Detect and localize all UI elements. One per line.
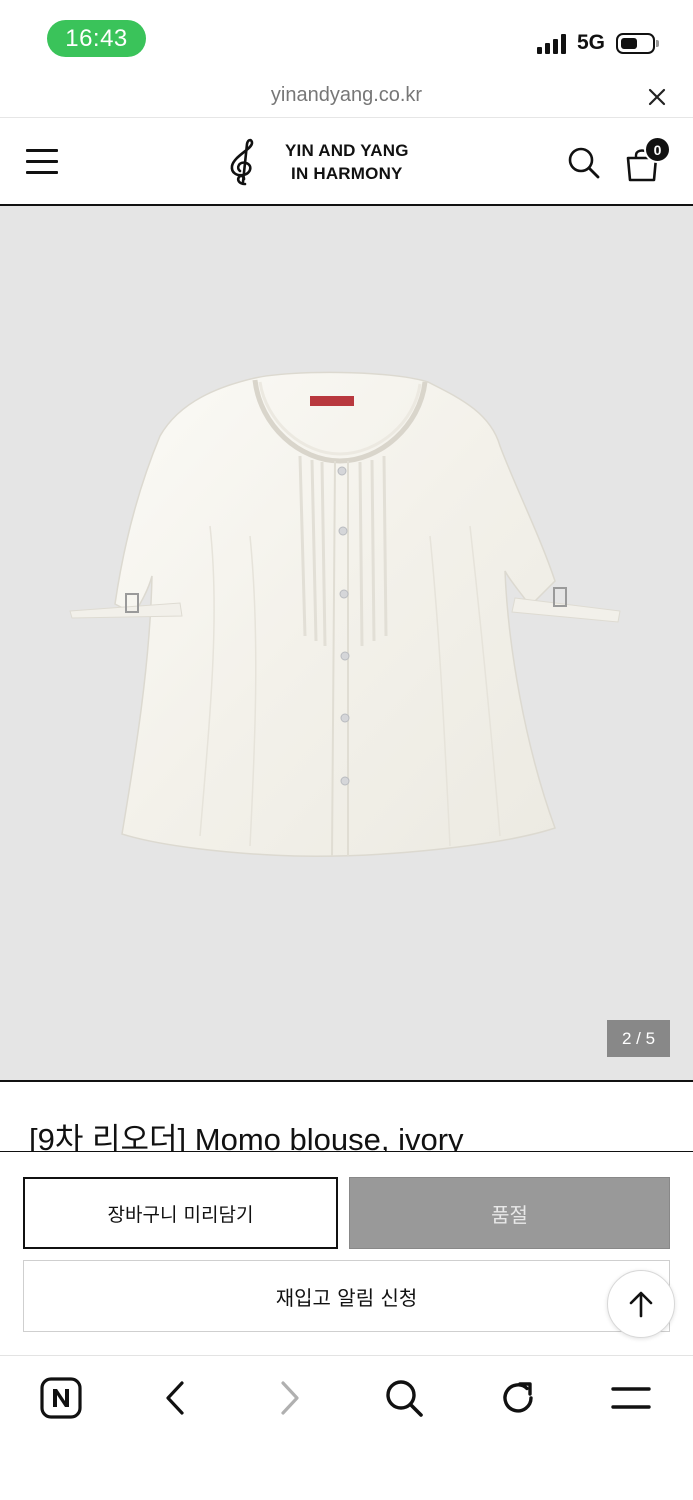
browser-toolbar xyxy=(0,1355,693,1500)
site-logo[interactable]: YIN AND YANG IN HARMONY xyxy=(225,138,409,186)
logo-line-2: IN HARMONY xyxy=(291,164,403,183)
menu-icon xyxy=(611,1387,651,1409)
logo-text: YIN AND YANG IN HARMONY xyxy=(285,139,409,185)
battery-icon xyxy=(616,33,659,54)
image-counter: 2 / 5 xyxy=(607,1020,670,1057)
url-bar[interactable]: yinandyang.co.kr xyxy=(0,76,693,118)
menu-icon[interactable] xyxy=(26,149,58,175)
cart-preorder-button[interactable]: 장바구니 미리담기 xyxy=(23,1177,338,1249)
search-icon[interactable] xyxy=(567,146,601,180)
scroll-to-top-button[interactable] xyxy=(607,1270,675,1338)
naver-icon xyxy=(40,1377,82,1419)
product-title: [9차 리오더] Momo blouse, ivory xyxy=(29,1122,464,1152)
status-bar: 16:43 5G xyxy=(0,0,693,76)
forward-icon xyxy=(281,1381,299,1415)
naver-home-button[interactable] xyxy=(38,1375,84,1421)
cart-count-badge: 0 xyxy=(644,136,671,163)
site-header: YIN AND YANG IN HARMONY 0 xyxy=(0,119,693,206)
logo-line-1: YIN AND YANG xyxy=(285,141,409,160)
refresh-button[interactable] xyxy=(495,1375,541,1421)
arrow-up-icon xyxy=(629,1291,653,1318)
product-image-gallery[interactable]: 2 / 5 xyxy=(0,206,693,1080)
url-text[interactable]: yinandyang.co.kr xyxy=(0,84,693,107)
blouse-photo xyxy=(69,371,621,857)
purchase-action-panel: 장바구니 미리담기 품절 재입고 알림 신청 xyxy=(0,1151,693,1355)
restock-alert-button[interactable]: 재입고 알림 신청 xyxy=(23,1260,670,1332)
refresh-icon xyxy=(503,1382,533,1413)
close-icon[interactable] xyxy=(646,86,668,108)
network-label: 5G xyxy=(577,31,606,54)
search-icon xyxy=(386,1380,423,1417)
divider xyxy=(0,1080,693,1082)
forward-button[interactable] xyxy=(267,1375,313,1421)
signal-icon xyxy=(537,33,569,54)
back-icon xyxy=(166,1381,184,1415)
back-button[interactable] xyxy=(152,1375,198,1421)
treble-clef-icon xyxy=(230,138,254,186)
browser-search-button[interactable] xyxy=(381,1375,427,1421)
sold-out-button[interactable]: 품절 xyxy=(349,1177,670,1249)
browser-menu-button[interactable] xyxy=(608,1375,654,1421)
status-time: 16:43 xyxy=(47,20,146,57)
cart-button[interactable]: 0 xyxy=(625,136,673,183)
